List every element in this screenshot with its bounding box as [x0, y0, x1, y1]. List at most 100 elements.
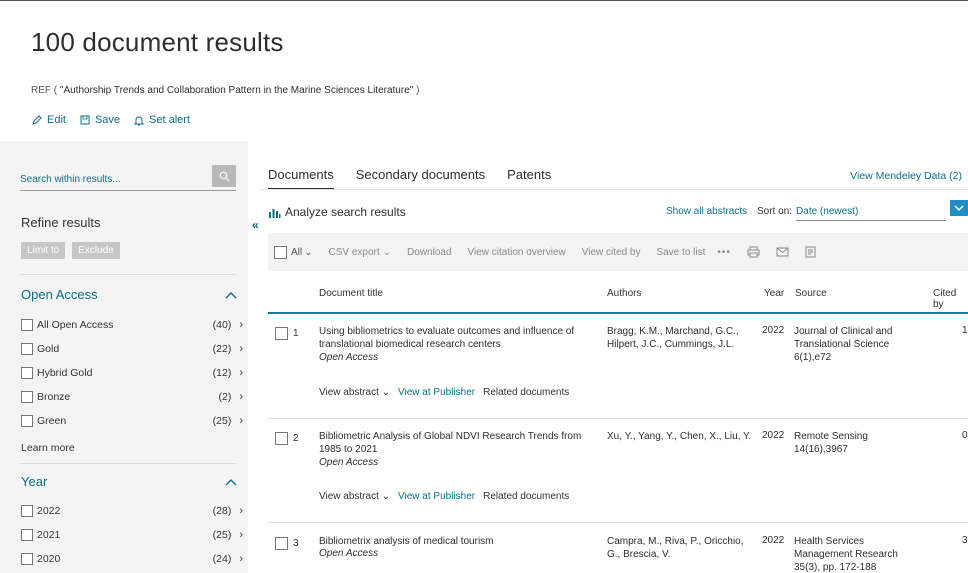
source-link[interactable]: Remote Sensing 14(16),3967	[794, 430, 914, 456]
search-within-box	[20, 165, 236, 191]
cited-by-count[interactable]: 3	[962, 535, 968, 546]
open-access-label: Open Access	[319, 457, 379, 468]
sort-control[interactable]: Sort on: Date (newest)	[757, 206, 858, 217]
email-icon[interactable]	[776, 247, 789, 257]
facet-checkbox[interactable]	[21, 553, 33, 565]
view-at-publisher-link[interactable]: View at Publisher	[398, 387, 475, 398]
year-facet-header[interactable]: Year	[21, 474, 237, 489]
chevron-right-icon: ›	[239, 391, 243, 403]
refine-title: Refine results	[21, 215, 101, 230]
sort-value[interactable]: Date (newest)	[796, 206, 858, 217]
open-access-facet-header[interactable]: Open Access	[21, 287, 237, 302]
related-documents-link[interactable]: Related documents	[483, 387, 569, 398]
authors-list[interactable]: Xu, Y., Yang, Y., Chen, X., Liu, Y.	[607, 430, 757, 443]
facet-item-hybrid-gold[interactable]: Hybrid Gold (12) ›	[21, 367, 243, 379]
row-links: View abstract ⌄ View at Publisher Relate…	[319, 387, 569, 398]
column-year[interactable]: Year	[764, 288, 784, 299]
more-options-icon[interactable]: •••	[717, 247, 731, 258]
query-text: "Authorship Trends and Collaboration Pat…	[59, 85, 414, 96]
view-citation-overview-button[interactable]: View citation overview	[468, 247, 566, 258]
row-divider	[268, 522, 968, 523]
chevron-up-icon	[225, 291, 237, 299]
download-button[interactable]: Download	[407, 247, 451, 258]
facet-item-bronze[interactable]: Bronze (2) ›	[21, 391, 243, 403]
facet-checkbox[interactable]	[21, 505, 33, 517]
result-tabs: Documents Secondary documents Patents	[268, 167, 551, 190]
tab-documents[interactable]: Documents	[268, 167, 334, 190]
view-abstract-toggle[interactable]: View abstract ⌄	[319, 491, 390, 502]
chevron-right-icon: ›	[239, 505, 243, 517]
view-mendeley-data-link[interactable]: View Mendeley Data (2)	[850, 170, 962, 182]
select-all-checkbox[interactable]	[274, 245, 287, 259]
search-within-input[interactable]	[20, 169, 205, 189]
column-source[interactable]: Source	[795, 288, 827, 299]
bell-icon	[134, 115, 145, 126]
search-icon	[219, 171, 230, 182]
facet-checkbox[interactable]	[21, 343, 33, 355]
print-icon[interactable]	[747, 246, 760, 258]
source-link[interactable]: Journal of Clinical and Translational Sc…	[794, 325, 914, 364]
set-alert-button[interactable]: Set alert	[134, 114, 190, 126]
document-title-link[interactable]: Using bibliometrics to evaluate outcomes…	[319, 325, 594, 351]
tab-secondary-documents[interactable]: Secondary documents	[356, 167, 485, 190]
column-authors[interactable]: Authors	[607, 288, 641, 299]
select-all-control[interactable]: All ⌄	[274, 245, 313, 259]
save-button[interactable]: Save	[80, 114, 120, 126]
row-checkbox[interactable]	[275, 432, 288, 445]
open-access-label: Open Access	[319, 352, 379, 363]
facet-checkbox[interactable]	[21, 391, 33, 403]
collapse-sidebar-icon[interactable]: «	[252, 218, 259, 232]
facet-item-gold[interactable]: Gold (22) ›	[21, 343, 243, 355]
learn-more-link[interactable]: Learn more	[21, 442, 75, 454]
year-cell: 2022	[762, 535, 785, 546]
view-cited-by-button[interactable]: View cited by	[582, 247, 641, 258]
authors-list[interactable]: Bragg, K.M., Marchand, G.C., Hilpert, J.…	[607, 325, 757, 351]
chevron-down-icon: ⌄	[382, 246, 392, 258]
source-link[interactable]: Health Services Management Research 35(3…	[794, 535, 914, 573]
row-number: 1	[293, 328, 299, 339]
facet-checkbox[interactable]	[21, 319, 33, 331]
limit-exclude-row: Limit to Exclude	[21, 242, 120, 259]
chevron-right-icon: ›	[239, 319, 243, 331]
facet-item-all-open-access[interactable]: All Open Access (40) ›	[21, 319, 243, 331]
query-actions: Edit Save Set alert	[32, 114, 190, 126]
sort-underline	[796, 220, 946, 221]
cited-by-count[interactable]: 1	[962, 325, 968, 336]
document-title-link[interactable]: Bibliometric Analysis of Global NDVI Res…	[319, 430, 594, 456]
column-document-title[interactable]: Document title	[319, 288, 383, 299]
column-cited-by[interactable]: Cited by	[933, 288, 968, 310]
results-toolbar: All ⌄ CSV export ⌄ Download View citatio…	[268, 233, 968, 271]
show-all-abstracts-link[interactable]: Show all abstracts	[666, 206, 747, 217]
facet-checkbox[interactable]	[21, 415, 33, 427]
facet-checkbox[interactable]	[21, 529, 33, 541]
facet-item-year-2022[interactable]: 2022 (28) ›	[21, 505, 243, 517]
cited-by-count[interactable]: 0	[962, 430, 968, 441]
authors-list[interactable]: Campra, M., Riva, P., Oricchio, G., Bres…	[607, 535, 757, 561]
refine-sidebar: Refine results Limit to Exclude Open Acc…	[0, 141, 248, 573]
related-documents-link[interactable]: Related documents	[483, 491, 569, 502]
document-title-link[interactable]: Bibliometrix analysis of medical tourism	[319, 535, 594, 548]
bibliography-icon[interactable]	[805, 246, 816, 258]
save-to-list-button[interactable]: Save to list	[656, 247, 705, 258]
tabs-divider	[260, 189, 968, 190]
results-header: 100 document results REF ( "Authorship T…	[0, 1, 968, 141]
limit-to-button[interactable]: Limit to	[21, 242, 66, 259]
facet-item-year-2021[interactable]: 2021 (25) ›	[21, 529, 243, 541]
row-checkbox[interactable]	[275, 537, 288, 550]
exclude-button[interactable]: Exclude	[72, 242, 120, 259]
edit-button[interactable]: Edit	[32, 114, 66, 126]
view-abstract-toggle[interactable]: View abstract ⌄	[319, 387, 390, 398]
analyze-search-results-link[interactable]: Analyze search results	[268, 205, 406, 219]
tab-patents[interactable]: Patents	[507, 167, 551, 190]
search-button[interactable]	[212, 165, 236, 187]
chevron-down-icon: ⌄	[381, 491, 391, 502]
facet-item-green[interactable]: Green (25) ›	[21, 415, 243, 427]
chevron-right-icon: ›	[239, 415, 243, 427]
facet-checkbox[interactable]	[21, 367, 33, 379]
facet-item-year-2020[interactable]: 2020 (24) ›	[21, 553, 243, 565]
row-checkbox[interactable]	[275, 327, 288, 340]
csv-export-button[interactable]: CSV export ⌄	[329, 247, 392, 258]
year-cell: 2022	[762, 430, 785, 441]
sort-dropdown-button[interactable]	[950, 200, 968, 216]
view-at-publisher-link[interactable]: View at Publisher	[398, 491, 475, 502]
